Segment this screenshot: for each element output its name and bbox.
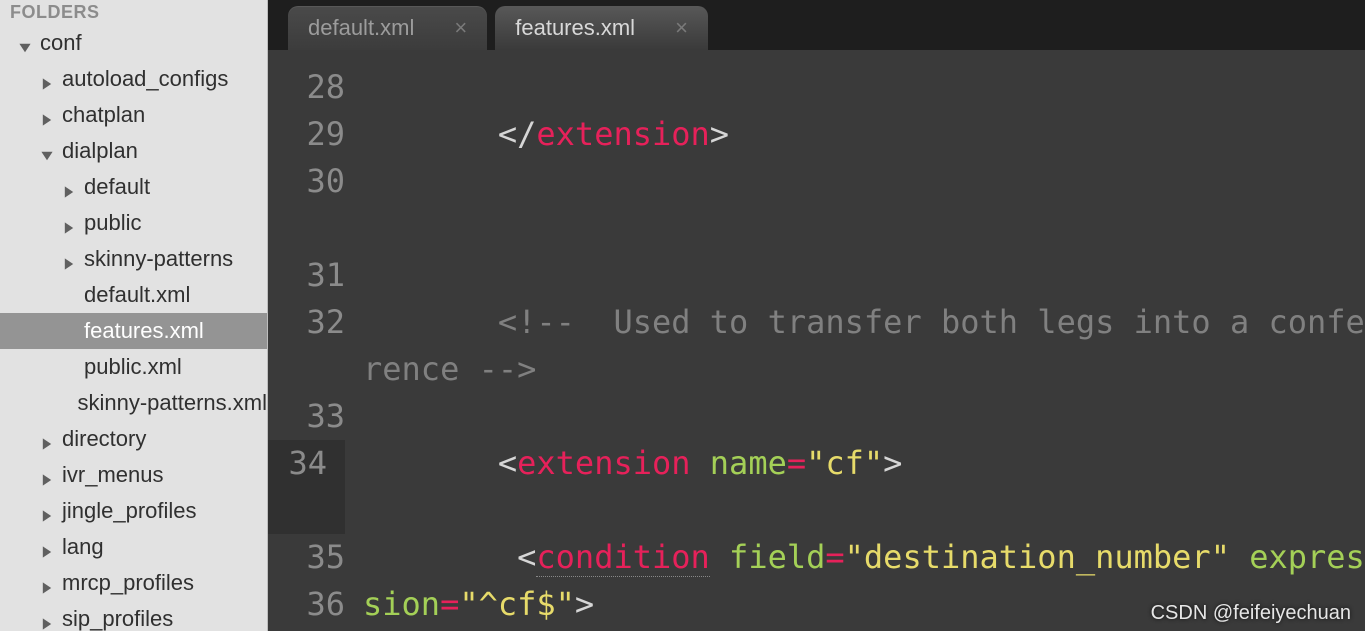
tree-label: lang <box>62 534 104 560</box>
chevron-right-icon <box>40 107 56 123</box>
chevron-right-icon <box>40 431 56 447</box>
tag-extension: extension <box>517 444 690 482</box>
tree-label: skinny-patterns.xml <box>77 390 267 416</box>
line-number: 29 <box>268 111 345 158</box>
tree-label: mrcp_profiles <box>62 570 194 596</box>
tree-label: directory <box>62 426 146 452</box>
line-number: 30 <box>268 158 345 205</box>
comment-text: <!-- Used to transfer both legs into a c… <box>363 303 1365 388</box>
line-number-wrap <box>268 205 345 252</box>
chevron-right-icon <box>40 575 56 591</box>
tag-condition: condition <box>536 538 709 577</box>
line-number-wrap <box>268 487 345 534</box>
line-number: 28 <box>268 64 345 111</box>
folder-item-autoload-configs[interactable]: autoload_configs <box>0 61 267 97</box>
code-content[interactable]: </extension> <!-- Used to transfer both … <box>363 50 1365 631</box>
tab-default-xml[interactable]: default.xml × <box>288 6 487 50</box>
tab-label: features.xml <box>515 15 635 41</box>
tag-extension-close: extension <box>536 115 709 153</box>
chevron-down-icon <box>18 35 34 51</box>
chevron-right-icon <box>40 611 56 627</box>
tree-label: sip_profiles <box>62 606 173 631</box>
tree-label: public <box>84 210 141 236</box>
folder-item-chatplan[interactable]: chatplan <box>0 97 267 133</box>
folder-item-lang[interactable]: lang <box>0 529 267 565</box>
file-icon <box>57 395 72 411</box>
file-icon <box>62 323 78 339</box>
file-icon <box>62 359 78 375</box>
chevron-right-icon <box>62 215 78 231</box>
folder-item-dialplan[interactable]: dialplan <box>0 133 267 169</box>
chevron-down-icon <box>40 143 56 159</box>
file-item-public-xml[interactable]: public.xml <box>0 349 267 385</box>
tab-label: default.xml <box>308 15 414 41</box>
chevron-right-icon <box>40 71 56 87</box>
tree-label: ivr_menus <box>62 462 163 488</box>
folder-item-directory[interactable]: directory <box>0 421 267 457</box>
folder-item-default[interactable]: default <box>0 169 267 205</box>
line-number-gutter: 282930 3132 3334 3536 <box>268 50 363 631</box>
tree-label: dialplan <box>62 138 138 164</box>
editor-area: default.xml × features.xml × 282930 3132 33… <box>268 0 1365 631</box>
tree-label: default <box>84 174 150 200</box>
line-number: 36 <box>268 581 345 628</box>
folder-tree: conf autoload_configs chatplan dialplan defa… <box>0 25 267 631</box>
chevron-right-icon <box>40 503 56 519</box>
folder-item-sip-profiles[interactable]: sip_profiles <box>0 601 267 631</box>
watermark: CSDN @feifeiyechuan <box>1151 602 1351 625</box>
chevron-right-icon <box>62 251 78 267</box>
line-number: 34 <box>268 440 345 487</box>
close-icon[interactable]: × <box>675 15 688 41</box>
close-icon[interactable]: × <box>454 15 467 41</box>
code-editor[interactable]: 282930 3132 3334 3536 </extension> <!-- … <box>268 50 1365 631</box>
file-item-skinny-patterns-xml[interactable]: skinny-patterns.xml <box>0 385 267 421</box>
tree-label: jingle_profiles <box>62 498 197 524</box>
sidebar-header: FOLDERS <box>0 0 267 25</box>
tree-label: default.xml <box>84 282 190 308</box>
tree-label: chatplan <box>62 102 145 128</box>
tree-label: autoload_configs <box>62 66 228 92</box>
line-number: 31 <box>268 252 345 299</box>
chevron-right-icon <box>40 467 56 483</box>
folder-item-jingle-profiles[interactable]: jingle_profiles <box>0 493 267 529</box>
tree-label: conf <box>40 30 82 56</box>
tab-bar: default.xml × features.xml × <box>268 0 1365 50</box>
tree-label: skinny-patterns <box>84 246 233 272</box>
chevron-right-icon <box>62 179 78 195</box>
line-number-wrap <box>268 346 345 393</box>
chevron-right-icon <box>40 539 56 555</box>
file-item-default-xml[interactable]: default.xml <box>0 277 267 313</box>
line-number: 33 <box>268 393 345 440</box>
file-item-features-xml[interactable]: features.xml <box>0 313 267 349</box>
folder-item-skinny-patterns[interactable]: skinny-patterns <box>0 241 267 277</box>
line-number: 32 <box>268 299 345 346</box>
tree-label: features.xml <box>84 318 204 344</box>
folder-item-conf[interactable]: conf <box>0 25 267 61</box>
file-icon <box>62 287 78 303</box>
tree-label: public.xml <box>84 354 182 380</box>
sidebar: FOLDERS conf autoload_configs chatplan dial… <box>0 0 268 631</box>
line-number: 35 <box>268 534 345 581</box>
tab-features-xml[interactable]: features.xml × <box>495 6 708 50</box>
folder-item-ivr-menus[interactable]: ivr_menus <box>0 457 267 493</box>
folder-item-public[interactable]: public <box>0 205 267 241</box>
folder-item-mrcp-profiles[interactable]: mrcp_profiles <box>0 565 267 601</box>
